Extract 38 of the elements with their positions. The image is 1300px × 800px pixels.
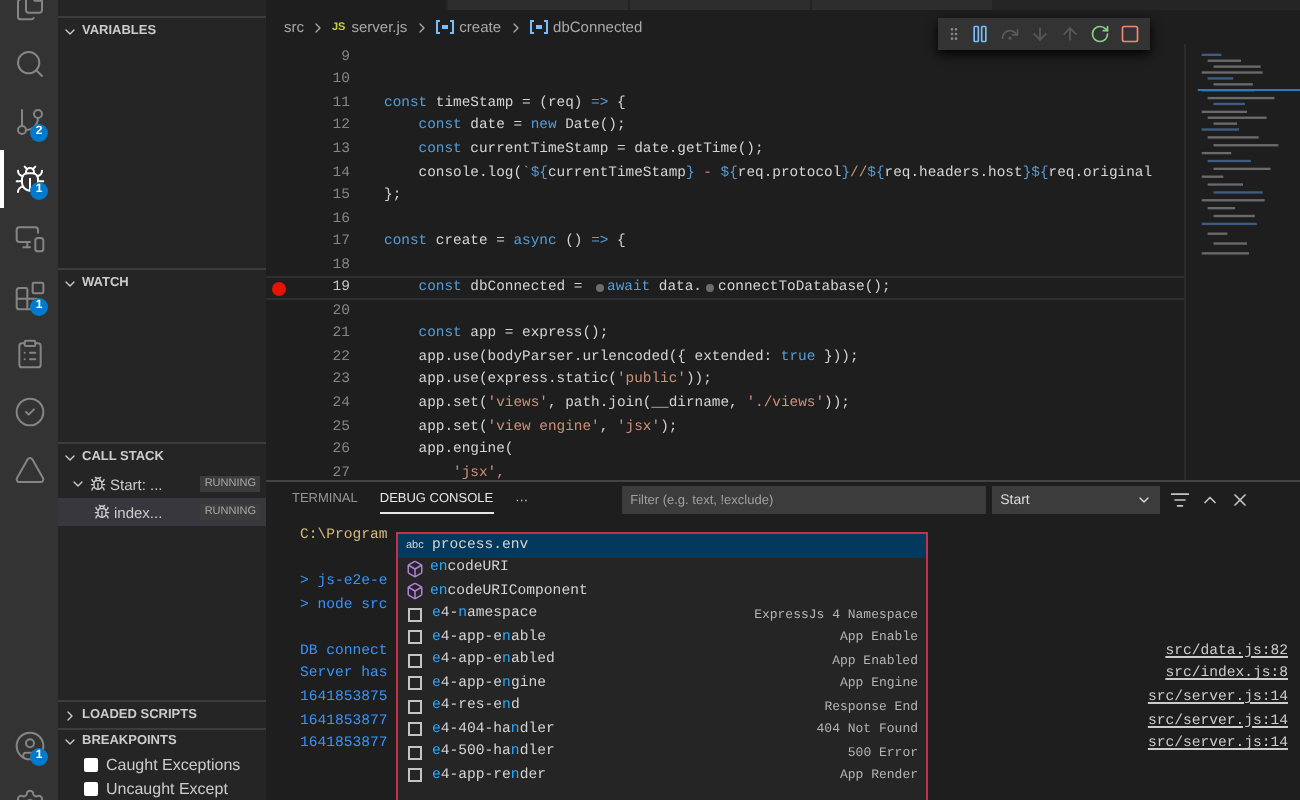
- cube-icon: [406, 582, 424, 601]
- minimap-drawing[interactable]: [1184, 44, 1300, 480]
- square-icon: [408, 699, 422, 714]
- square-icon: [408, 722, 422, 737]
- search-icon: [13, 47, 45, 79]
- bug-icon: [90, 476, 106, 492]
- bug-icon: [13, 163, 45, 195]
- check-circle-icon: [13, 395, 45, 427]
- close-icon[interactable]: [1230, 490, 1251, 510]
- checkbox[interactable]: [84, 757, 98, 772]
- square-icon: [408, 768, 422, 783]
- square-icon: [408, 607, 422, 622]
- monitor-icon: [13, 221, 45, 253]
- breakpoint-option[interactable]: Uncaught Except: [58, 776, 266, 800]
- grip-icon[interactable]: [946, 26, 962, 42]
- square-icon: [408, 676, 422, 691]
- branch-icon: [13, 105, 45, 137]
- chevron-down-icon: [1136, 492, 1153, 508]
- list-icon[interactable]: [1170, 490, 1191, 510]
- account-icon: [13, 729, 45, 761]
- triangle-icon: [13, 453, 45, 485]
- pause-button[interactable]: [968, 22, 992, 46]
- chevron-right-icon: [62, 707, 78, 723]
- square-icon: [408, 630, 422, 645]
- variable-icon: [435, 20, 454, 34]
- cube-icon: [406, 559, 424, 578]
- stop-button[interactable]: [1118, 22, 1142, 46]
- square-icon: [408, 745, 422, 760]
- clipboard-icon: [13, 337, 45, 369]
- chevron-right-icon: [310, 19, 326, 35]
- breakpoint-option[interactable]: Caught Exceptions: [58, 752, 266, 777]
- square-icon: [408, 653, 422, 668]
- restart-button[interactable]: [1088, 22, 1112, 46]
- breakpoint-dot[interactable]: [272, 281, 286, 296]
- blocks-icon: [13, 279, 45, 311]
- checkbox[interactable]: [84, 781, 98, 796]
- bug-icon: [94, 504, 110, 520]
- variable-icon: [529, 20, 548, 34]
